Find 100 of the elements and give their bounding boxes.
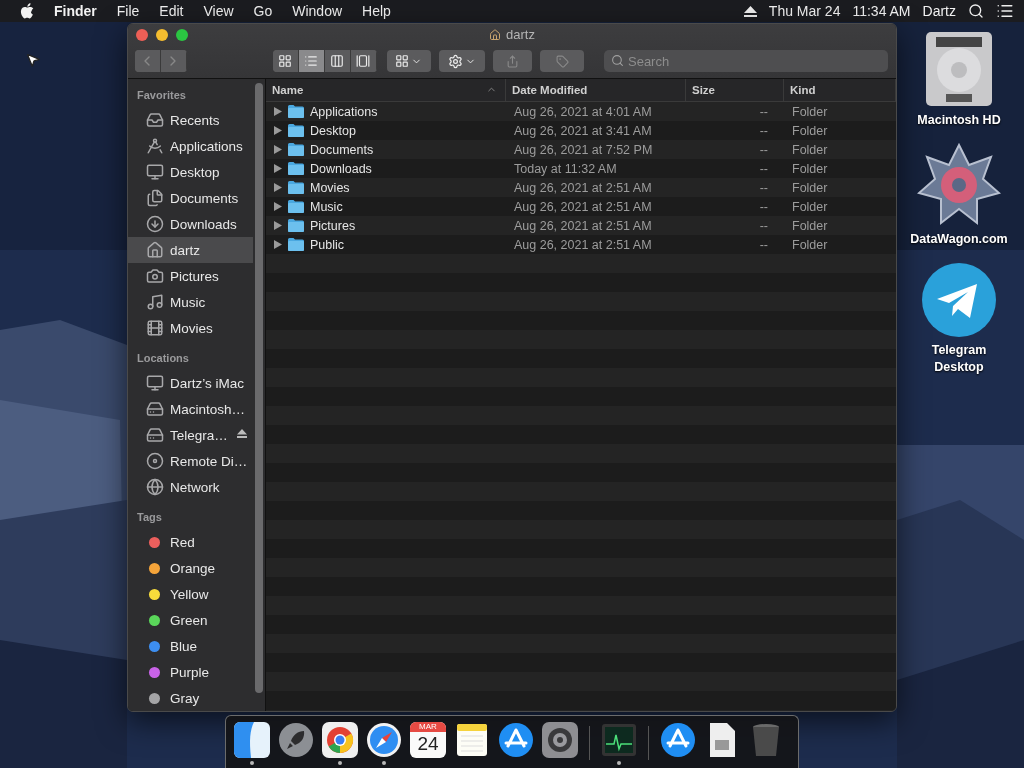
disclosure-triangle-icon[interactable] — [274, 107, 282, 116]
menu-item[interactable]: Edit — [159, 3, 184, 19]
menu-item[interactable]: File — [116, 3, 140, 19]
hard-drive-icon[interactable] — [924, 30, 994, 108]
menu-item[interactable]: Window — [292, 3, 343, 19]
disclosure-triangle-icon[interactable] — [274, 145, 282, 154]
date-cell-text: Aug 26, 2021 at 2:51 AM — [513, 180, 653, 195]
finder-icon[interactable] — [234, 722, 270, 758]
minimize-button[interactable] — [156, 29, 168, 41]
kind-cell-text: Folder — [791, 237, 829, 252]
date-cell-text: Aug 26, 2021 at 3:41 AM — [513, 123, 653, 138]
date-cell-text: Aug 26, 2021 at 2:51 AM — [513, 218, 653, 233]
notepad-icon[interactable] — [454, 722, 490, 758]
desktop-icon-label[interactable]: Macintosh HD — [917, 112, 1001, 129]
sidebar-item[interactable]: Pictures — [128, 263, 253, 289]
folder-icon — [288, 162, 304, 175]
zoom-button[interactable] — [176, 29, 188, 41]
group-button[interactable] — [386, 50, 432, 72]
sidebar-item-label: Network — [170, 479, 220, 495]
browser-icon[interactable] — [322, 722, 358, 758]
file-row[interactable]: Movies Aug 26, 2021 at 2:51 AM -- Folder — [266, 178, 896, 197]
grid-view-button[interactable] — [272, 50, 299, 72]
monitor-graph-icon[interactable] — [601, 722, 637, 758]
list-view-button[interactable] — [298, 50, 325, 72]
column-header[interactable]: Date Modified — [506, 79, 686, 101]
menu-date[interactable]: Thu Mar 24 — [768, 3, 841, 19]
date-cell-text: Aug 26, 2021 at 4:01 AM — [513, 104, 653, 119]
eject-icon[interactable] — [743, 5, 757, 17]
sidebar-item[interactable]: Blue — [128, 633, 253, 659]
file-row[interactable]: Documents Aug 26, 2021 at 7:52 PM -- Folder — [266, 140, 896, 159]
action-button[interactable] — [439, 50, 486, 72]
sidebar-item-label: dartz — [170, 242, 200, 258]
sidebar-item[interactable]: Purple — [128, 659, 253, 685]
share-button[interactable] — [493, 50, 533, 72]
sidebar-item[interactable]: Recents — [128, 107, 253, 133]
calendar-icon[interactable]: MAR 24 — [410, 722, 446, 758]
folder-icon — [288, 238, 304, 251]
scrollbar[interactable] — [255, 83, 263, 693]
desktop-icon-label[interactable]: DataWagon.com — [910, 231, 1008, 248]
rocket-icon[interactable] — [278, 722, 314, 758]
folder-icon — [288, 124, 304, 137]
sidebar-item[interactable]: Gray — [128, 685, 253, 711]
disclosure-triangle-icon[interactable] — [274, 183, 282, 192]
music-note-icon — [146, 293, 164, 311]
list-icon — [304, 54, 319, 68]
search-field[interactable]: Search — [604, 50, 888, 72]
disclosure-triangle-icon[interactable] — [274, 164, 282, 173]
sidebar-item[interactable]: Desktop — [128, 159, 253, 185]
search-icon[interactable] — [968, 3, 984, 19]
menu-user[interactable]: Dartz — [922, 3, 956, 19]
close-button[interactable] — [136, 29, 148, 41]
sidebar-item-label: Telegra… — [170, 427, 228, 443]
menu-item[interactable]: Help — [362, 3, 391, 19]
sidebar-item-label: Purple — [170, 664, 210, 680]
sidebar-item[interactable]: Downloads — [128, 211, 253, 237]
desktop-icon-label[interactable]: Telegram Desktop — [906, 342, 1012, 376]
apple-icon[interactable] — [20, 3, 34, 19]
disclosure-triangle-icon[interactable] — [274, 221, 282, 230]
list-icon[interactable] — [996, 2, 1014, 20]
sidebar-item[interactable]: Dartz’s iMac — [128, 370, 253, 396]
sidebar-item[interactable]: Orange — [128, 555, 253, 581]
sidebar-item[interactable]: Remote Di… — [128, 448, 253, 474]
menu-item[interactable]: Go — [253, 3, 273, 19]
sidebar-item[interactable]: Red — [128, 529, 253, 555]
app-store-icon[interactable] — [660, 722, 696, 758]
sidebar-item[interactable]: Green — [128, 607, 253, 633]
file-row[interactable]: Applications Aug 26, 2021 at 4:01 AM -- Folder — [266, 102, 896, 121]
folder-icon — [288, 181, 304, 194]
disclosure-triangle-icon[interactable] — [274, 202, 282, 211]
compass-icon[interactable] — [366, 722, 402, 758]
app-store-icon[interactable] — [498, 722, 534, 758]
sidebar-item[interactable]: Documents — [128, 185, 253, 211]
sidebar-item[interactable]: Applications — [128, 133, 253, 159]
sidebar-item[interactable]: dartz — [128, 237, 253, 263]
sidebar-item[interactable]: Movies — [128, 315, 253, 341]
sidebar-item-label: Dartz’s iMac — [170, 375, 244, 391]
menu-app-name[interactable]: Finder — [54, 3, 97, 19]
sidebar-item[interactable]: Macintosh… — [128, 396, 253, 422]
folder-icon — [288, 105, 304, 118]
sidebar-item-label: Gray — [170, 690, 200, 706]
sidebar-item[interactable]: Yellow — [128, 581, 253, 607]
documents-icon — [146, 189, 164, 207]
paper-plane-icon[interactable] — [921, 262, 997, 338]
disclosure-triangle-icon[interactable] — [274, 240, 282, 249]
disclosure-triangle-icon[interactable] — [274, 126, 282, 135]
date-cell-text: Today at 11:32 AM — [513, 161, 618, 176]
file-row[interactable]: Pictures Aug 26, 2021 at 2:51 AM -- Folder — [266, 216, 896, 235]
sidebar-item[interactable]: Network — [128, 474, 253, 500]
sidebar-item[interactable]: Telegra… — [128, 422, 253, 448]
eject-icon[interactable] — [237, 429, 247, 438]
gear-icon[interactable] — [542, 722, 578, 758]
sidebar-item[interactable]: Music — [128, 289, 253, 315]
star-lattice-icon[interactable] — [917, 143, 1001, 227]
column-header[interactable]: Size — [686, 79, 784, 101]
size-cell-text: -- — [758, 218, 769, 233]
column-header[interactable]: Kind — [784, 79, 896, 101]
column-header[interactable]: Name — [266, 79, 506, 101]
hard-drive-icon — [146, 400, 164, 418]
menu-time[interactable]: 11:34 AM — [852, 3, 911, 19]
menu-item[interactable]: View — [203, 3, 234, 19]
